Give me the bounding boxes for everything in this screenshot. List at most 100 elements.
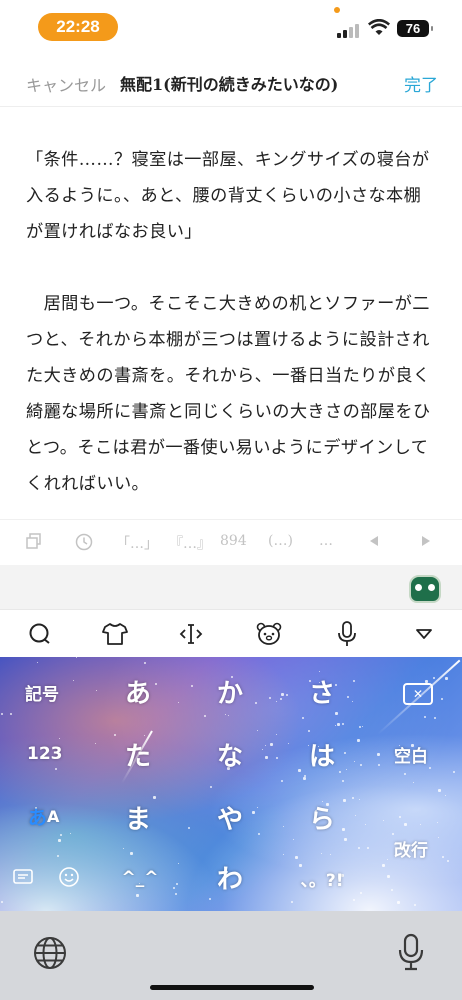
star (429, 767, 431, 769)
star (335, 712, 338, 715)
star (281, 693, 284, 696)
dictation-mic-icon[interactable] (398, 933, 424, 975)
copy-icon[interactable] (26, 533, 42, 553)
text-line: た大きめの書斎を。それから、一番日当たりが良く (26, 366, 431, 386)
kana-key-na[interactable]: な (200, 734, 260, 774)
home-indicator (150, 985, 314, 990)
star (204, 715, 206, 717)
star (344, 838, 347, 841)
arrow-left-icon[interactable] (368, 535, 380, 551)
cursor-icon[interactable] (177, 620, 205, 648)
star (37, 662, 38, 663)
symbol-key[interactable]: 記号 (25, 677, 59, 707)
kana-key-ta[interactable]: た (108, 734, 168, 774)
star (453, 771, 455, 773)
emoji-icon[interactable] (56, 865, 82, 889)
kana-key-ka[interactable]: か (200, 671, 260, 711)
arrow-right-icon[interactable] (420, 535, 432, 551)
kana-key-ya[interactable]: や (200, 797, 260, 837)
mode-alpha-label: A (47, 806, 60, 826)
kana-key-a[interactable]: あ (108, 671, 168, 711)
mascot-icon[interactable] (409, 575, 441, 603)
number-key[interactable]: 123 (27, 739, 63, 769)
star (269, 697, 271, 699)
text-line: 「条件……？寝室は一部屋、キングサイズの寝台が (26, 150, 430, 170)
kana-key-sa[interactable]: さ (292, 671, 352, 711)
star (176, 883, 178, 885)
star (173, 887, 175, 889)
kana-key-wa[interactable]: わ (200, 857, 260, 897)
star (360, 892, 362, 894)
double-bracket-button[interactable]: 『…』 (169, 533, 211, 553)
clock-icon[interactable] (75, 533, 93, 555)
text-line: つと、それから本棚が三つは置けるように設計され (26, 330, 430, 350)
globe-icon[interactable] (33, 936, 67, 974)
done-button[interactable]: 完了 (404, 71, 438, 96)
star (360, 764, 362, 766)
star (424, 716, 426, 718)
return-key[interactable]: 改行 (394, 833, 428, 863)
star (352, 701, 353, 702)
star (413, 782, 414, 783)
input-mode-key[interactable]: あA (28, 801, 59, 831)
star (288, 743, 289, 744)
star (434, 717, 436, 719)
mic-icon[interactable] (333, 620, 361, 648)
keyboard-toolbar (0, 609, 462, 658)
ellipsis-button[interactable]: … (319, 533, 333, 549)
kana-key-ha[interactable]: は (292, 734, 352, 774)
cancel-button[interactable]: キャンセル (26, 72, 106, 96)
star (178, 863, 179, 864)
kaomoji-key[interactable]: ^_^ (118, 861, 162, 895)
delete-icon[interactable]: ✕ (403, 683, 433, 705)
star (291, 901, 293, 903)
clipboard-icon[interactable] (10, 867, 36, 889)
star (445, 677, 448, 680)
star (420, 824, 421, 825)
star (442, 856, 444, 858)
text-line: 入るように。、あと、腰の背丈くらいの小さな本棚 (26, 186, 422, 206)
text-line: とつ。そこは君が一番使い易いようにデザインして (26, 438, 429, 458)
keyboard-bottom-bar (0, 911, 462, 1000)
star (144, 662, 146, 664)
star (270, 743, 273, 746)
suggestion-bar (0, 565, 462, 609)
star (276, 757, 278, 759)
star (438, 837, 439, 838)
star (447, 860, 449, 862)
star (378, 764, 380, 766)
space-key[interactable]: 空白 (394, 739, 428, 769)
star (382, 864, 385, 867)
star (58, 839, 61, 842)
search-icon[interactable] (26, 620, 54, 648)
star (353, 899, 355, 901)
star (178, 702, 179, 703)
star (283, 826, 284, 827)
wifi-icon (367, 18, 391, 37)
star (359, 799, 360, 800)
star (441, 698, 443, 700)
bracket-button[interactable]: 「…」 (116, 533, 158, 553)
star (96, 690, 97, 691)
kana-key-ma[interactable]: ま (108, 797, 168, 837)
star (73, 680, 74, 681)
shirt-icon[interactable] (101, 620, 129, 648)
paren-button[interactable]: (…) (268, 533, 293, 549)
star (414, 904, 416, 906)
status-bar: 22:28 76 (0, 0, 462, 50)
star (276, 734, 277, 735)
text-editor[interactable]: 「条件……？寝室は一部屋、キングサイズの寝台が 入るように。、あと、腰の背丈くら… (26, 142, 446, 502)
star (210, 786, 212, 788)
star (1, 901, 3, 903)
star (433, 677, 435, 679)
star (303, 777, 306, 780)
star (355, 815, 356, 816)
punctuation-key[interactable]: 、。?! (296, 861, 348, 895)
star (404, 823, 407, 826)
kana-key-ra[interactable]: ら (292, 797, 352, 837)
star (352, 797, 354, 799)
star (404, 773, 406, 775)
star (228, 715, 229, 716)
bear-icon[interactable] (255, 620, 283, 648)
collapse-keyboard-icon[interactable] (410, 620, 438, 648)
